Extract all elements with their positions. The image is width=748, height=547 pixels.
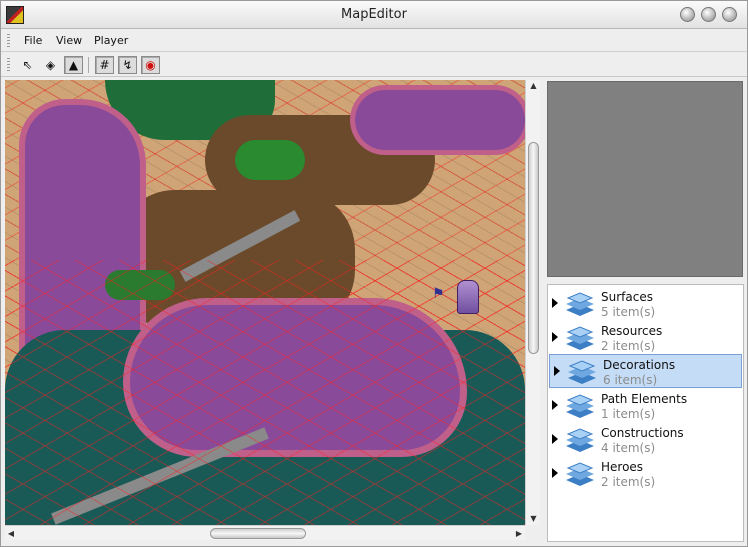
menu-view[interactable]: View <box>56 34 82 47</box>
select-arrow-icon[interactable]: ⇖ <box>18 56 37 74</box>
toolbar-separator <box>88 57 89 73</box>
tree-item-path-elements[interactable]: Path Elements 1 item(s) <box>548 389 743 423</box>
scroll-left-icon[interactable]: ◀ <box>5 526 17 541</box>
tree-item-count: 5 item(s) <box>601 305 656 319</box>
tree-cluster <box>235 140 305 180</box>
scroll-right-icon[interactable]: ▶ <box>513 526 525 541</box>
eraser-icon[interactable]: ◈ <box>41 56 60 74</box>
scroll-up-icon[interactable]: ▲ <box>526 80 541 92</box>
tree-item-count: 2 item(s) <box>601 339 656 353</box>
tree-item-label: Path Elements <box>601 392 688 406</box>
tree-item-heroes[interactable]: Heroes 2 item(s) <box>548 457 743 491</box>
passability-overlay <box>5 260 525 525</box>
folder-stack-icon <box>566 428 594 452</box>
vertical-scrollbar[interactable]: ▲ ▼ <box>525 80 540 525</box>
toolbar: ⇖ ◈ ▲ # ↯ ◉ <box>1 53 747 77</box>
tree-item-label: Decorations <box>603 358 676 372</box>
passability-eye-icon[interactable]: ◉ <box>141 56 160 74</box>
title-bar[interactable]: MapEditor <box>1 1 747 29</box>
tile-preview-panel <box>547 81 743 277</box>
folder-stack-icon <box>566 292 594 316</box>
minimize-button[interactable] <box>680 7 695 22</box>
expand-arrow-icon[interactable] <box>552 332 558 342</box>
tree-item-label: Constructions <box>601 426 684 440</box>
folder-stack-icon <box>566 462 594 486</box>
toolbar-grip <box>7 58 10 72</box>
tree-item-count: 1 item(s) <box>601 407 656 421</box>
scroll-down-icon[interactable]: ▼ <box>526 513 541 525</box>
horizontal-scroll-thumb[interactable] <box>210 528 306 539</box>
folder-stack-icon <box>566 394 594 418</box>
folder-stack-icon <box>568 360 596 384</box>
tree-item-decorations[interactable]: Decorations 6 item(s) <box>549 354 742 388</box>
water-terrain <box>355 90 525 150</box>
tree-item-count: 2 item(s) <box>601 475 656 489</box>
path-icon[interactable]: ↯ <box>118 56 137 74</box>
expand-arrow-icon[interactable] <box>552 434 558 444</box>
tree-item-label: Heroes <box>601 460 644 474</box>
expand-arrow-icon[interactable] <box>552 468 558 478</box>
category-tree[interactable]: Surfaces 5 item(s) Resources 2 item(s) D… <box>547 284 744 542</box>
tree-item-resources[interactable]: Resources 2 item(s) <box>548 321 743 355</box>
vertical-scroll-thumb[interactable] <box>528 142 539 354</box>
pointer-up-icon[interactable]: ▲ <box>64 56 83 74</box>
menu-file[interactable]: File <box>24 34 42 47</box>
expand-arrow-icon[interactable] <box>552 400 558 410</box>
expand-arrow-icon[interactable] <box>554 366 560 376</box>
main-window: MapEditor File View Player ⇖ ◈ ▲ # ↯ ◉ ⚑ <box>0 0 748 547</box>
tree-item-label: Resources <box>601 324 663 338</box>
tree-item-constructions[interactable]: Constructions 4 item(s) <box>548 423 743 457</box>
menu-bar: File View Player <box>1 30 747 52</box>
maximize-button[interactable] <box>701 7 716 22</box>
expand-arrow-icon[interactable] <box>552 298 558 308</box>
menubar-grip <box>7 34 10 48</box>
grid-icon[interactable]: # <box>95 56 114 74</box>
close-button[interactable] <box>722 7 737 22</box>
hero-unit[interactable] <box>457 280 479 314</box>
tree-item-count: 4 item(s) <box>601 441 656 455</box>
menu-player[interactable]: Player <box>94 34 128 47</box>
tree-item-surfaces[interactable]: Surfaces 5 item(s) <box>548 287 743 321</box>
horizontal-scrollbar[interactable]: ◀ ▶ <box>5 525 525 540</box>
map-canvas[interactable]: ⚑ <box>5 80 525 525</box>
tree-item-label: Surfaces <box>601 290 653 304</box>
window-title: MapEditor <box>341 7 407 22</box>
tree-item-count: 6 item(s) <box>603 373 658 387</box>
hero-flag-icon: ⚑ <box>432 286 445 302</box>
folder-stack-icon <box>566 326 594 350</box>
